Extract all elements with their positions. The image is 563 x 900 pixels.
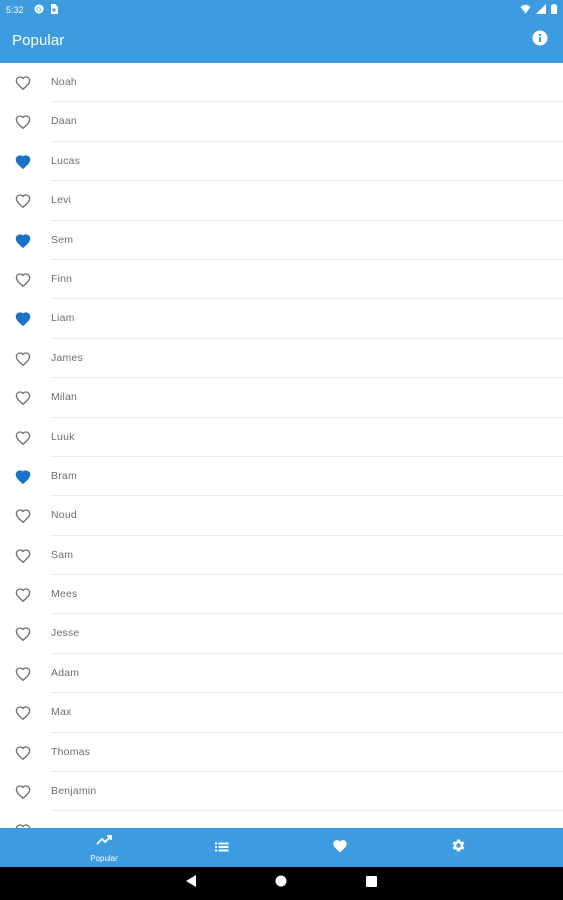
list-item-name: Daan [51, 115, 77, 128]
list-item[interactable]: Luuk [0, 418, 563, 457]
list-item-name: Max [51, 706, 72, 719]
list-item-name: Jesse [51, 627, 80, 640]
heart-outline-icon[interactable] [15, 548, 31, 564]
heart-outline-icon[interactable] [15, 114, 31, 130]
list-item[interactable] [0, 811, 563, 828]
sim-icon [50, 4, 58, 16]
heart-outline-icon[interactable] [15, 390, 31, 406]
list-item[interactable]: Milan [0, 378, 563, 418]
trending-up-icon [96, 833, 112, 851]
heart-outline-icon[interactable] [15, 75, 31, 91]
list-item-name: Adam [51, 666, 80, 679]
heart-filled-icon[interactable] [15, 233, 31, 249]
list-item[interactable]: Noah [0, 63, 563, 103]
list-item-name: Benjamin [51, 785, 97, 798]
tab-popular[interactable]: Popular [45, 828, 163, 867]
status-time: 5:32 [6, 5, 24, 15]
svg-text:G: G [36, 6, 41, 14]
heart-outline-icon[interactable] [15, 587, 31, 603]
heart-outline-icon[interactable] [15, 745, 31, 761]
names-list[interactable]: Noah Daan Lucas Levi Sem Finn Liam James Milan Lu… [0, 63, 563, 828]
list-item[interactable]: Max [0, 693, 563, 733]
list-item-name: Liam [51, 312, 75, 325]
list-item[interactable]: Adam [0, 654, 563, 694]
gear-icon [451, 838, 466, 858]
signal-icon [536, 4, 546, 16]
tab-list[interactable] [163, 828, 281, 867]
list-item-name: Sam [51, 548, 74, 561]
home-icon [275, 874, 287, 892]
tab-settings[interactable] [399, 828, 517, 867]
recents-button[interactable] [363, 875, 379, 891]
list-item[interactable]: Daan [0, 102, 563, 142]
heart-icon [332, 838, 348, 858]
status-right-icons [520, 4, 557, 16]
heart-outline-icon[interactable] [15, 508, 31, 524]
list-item-name: Milan [51, 391, 78, 404]
heart-filled-icon[interactable] [15, 311, 31, 327]
tab-popular-label: Popular [90, 853, 118, 863]
list-item[interactable]: Noud [0, 496, 563, 536]
heart-outline-icon[interactable] [15, 666, 31, 682]
list-item-name: Luuk [51, 430, 75, 443]
heart-outline-icon[interactable] [15, 430, 31, 446]
list-item-name: Levi [51, 194, 72, 207]
recents-icon [365, 874, 377, 892]
list-item-name: Finn [51, 272, 73, 285]
notification-icon: G [34, 4, 44, 16]
app-bar: Popular [0, 20, 563, 63]
list-item[interactable]: Benjamin [0, 772, 563, 812]
battery-icon [551, 4, 557, 16]
list-item[interactable]: Liam [0, 299, 563, 339]
heart-outline-icon[interactable] [15, 193, 31, 209]
list-item-name: Thomas [51, 745, 91, 758]
system-navigation-bar [0, 867, 563, 900]
list-item-name: Mees [51, 588, 78, 601]
heart-outline-icon[interactable] [15, 784, 31, 800]
list-item[interactable]: Sem [0, 221, 563, 260]
status-left-icons: G [34, 4, 58, 16]
heart-outline-icon[interactable] [15, 351, 31, 367]
list-item[interactable]: Bram [0, 457, 563, 497]
list-item[interactable]: Sam [0, 536, 563, 576]
info-button[interactable] [531, 30, 549, 51]
list-item[interactable]: Finn [0, 260, 563, 300]
heart-outline-icon[interactable] [15, 272, 31, 288]
list-item[interactable]: Levi [0, 181, 563, 221]
heart-filled-icon[interactable] [15, 154, 31, 170]
list-item[interactable]: Jesse [0, 614, 563, 654]
status-bar: 5:32 G [0, 0, 563, 20]
heart-outline-icon[interactable] [15, 626, 31, 642]
back-button[interactable] [183, 875, 199, 891]
list-item-name: Bram [51, 469, 77, 482]
page-title: Popular [12, 32, 65, 49]
list-icon [215, 839, 229, 857]
info-icon [532, 30, 548, 51]
list-item-name: Sem [51, 233, 74, 246]
list-item[interactable]: Lucas [0, 142, 563, 182]
heart-outline-icon[interactable] [15, 705, 31, 721]
list-item-name: Lucas [51, 154, 81, 167]
list-item-name: James [51, 351, 83, 364]
wifi-icon [520, 4, 531, 16]
home-button[interactable] [273, 875, 289, 891]
list-item[interactable]: Mees [0, 575, 563, 615]
bottom-navigation: Popular [0, 828, 563, 867]
list-item-name: Noud [51, 509, 77, 522]
heart-filled-icon[interactable] [15, 469, 31, 485]
back-icon [186, 874, 196, 892]
list-item[interactable]: Thomas [0, 733, 563, 773]
list-item-name: Noah [51, 76, 77, 88]
tab-favorites[interactable] [281, 828, 399, 867]
list-item[interactable]: James [0, 339, 563, 379]
